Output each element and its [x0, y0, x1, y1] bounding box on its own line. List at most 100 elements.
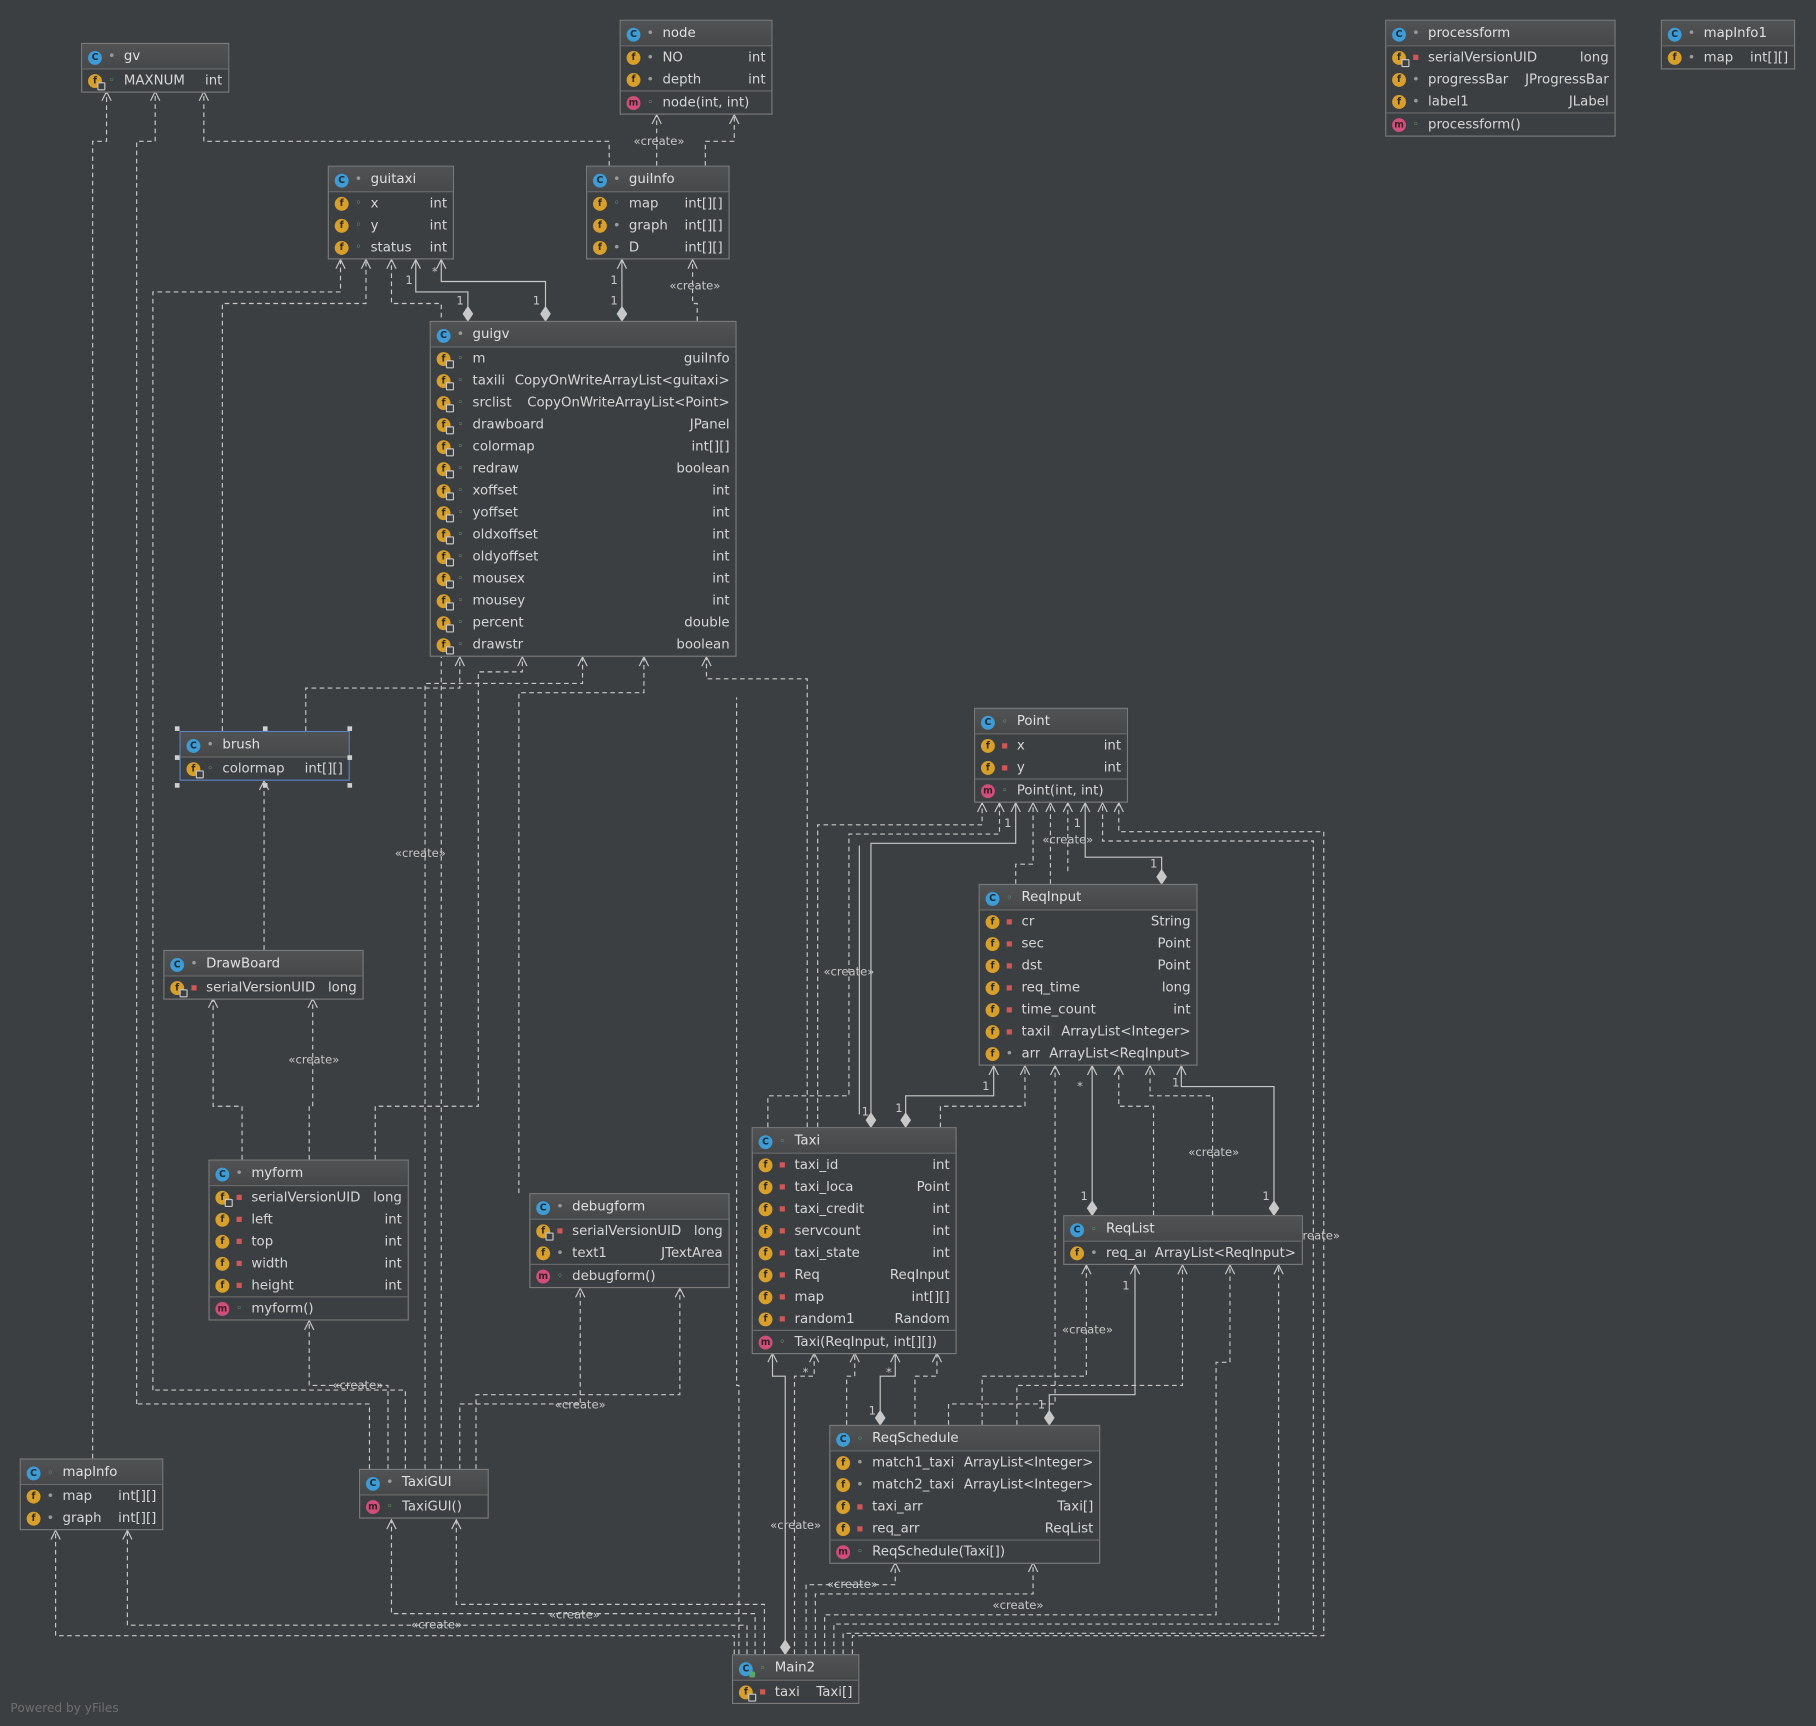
field-row[interactable]: f ▪ width int: [210, 1252, 408, 1274]
class-guiinfo[interactable]: C • guiInfo f ◦ map int[][] f • graph int[][] f •…: [586, 165, 730, 260]
selection-handle[interactable]: [347, 755, 353, 760]
field-row[interactable]: f ▪ serialVersionUID long: [164, 977, 362, 999]
field-row[interactable]: f ◦ y int: [329, 214, 453, 236]
method-row[interactable]: m ◦ processform(): [1386, 112, 1615, 135]
class-taxi[interactable]: C ◦ Taxi f ▪ taxi_id int f ▪ taxi_loca Point f ▪ t…: [751, 1127, 957, 1355]
field-row[interactable]: f ▪ dst Point: [980, 955, 1197, 977]
field-row[interactable]: f • match2_taxiID ArrayList<Integer>: [830, 1473, 1099, 1495]
selection-handle[interactable]: [174, 783, 180, 788]
field-row[interactable]: f ◦ colormap int[][]: [431, 436, 736, 458]
class-brush[interactable]: C • brush f ◦ colormap int[][]: [179, 730, 350, 781]
field-row[interactable]: f • graph int[][]: [21, 1507, 162, 1529]
method-row[interactable]: m ◦ myform(): [209, 1296, 408, 1319]
field-row[interactable]: f • NO int: [621, 46, 772, 68]
field-row[interactable]: f ▪ sec Point: [980, 933, 1197, 955]
field-row[interactable]: f • req_arr ArrayList<ReqInput>: [1064, 1242, 1301, 1264]
class-reqinput[interactable]: C ◦ ReqInput f ▪ cr String f ▪ sec Point f ▪ dst Po…: [978, 883, 1198, 1066]
field-row[interactable]: f ◦ status int: [329, 236, 453, 258]
class-guitaxi[interactable]: C • guitaxi f ◦ x int f ◦ y int f ◦ status int: [327, 165, 454, 260]
selection-handle[interactable]: [262, 726, 268, 731]
field-row[interactable]: f • text1 JTextArea: [530, 1242, 728, 1264]
field-row[interactable]: f ◦ x int: [329, 192, 453, 214]
field-row[interactable]: f ▪ left int: [210, 1208, 408, 1230]
field-row[interactable]: f ▪ serialVersionUID long: [530, 1220, 728, 1242]
field-row[interactable]: f ▪ taxi_id int: [753, 1154, 956, 1176]
field-row[interactable]: f ◦ colormap int[][]: [181, 758, 349, 780]
method-row[interactable]: m ◦ TaxiGUI(): [360, 1495, 487, 1517]
field-row[interactable]: f ▪ x int: [975, 734, 1127, 756]
class-taxigui[interactable]: C • TaxiGUI m ◦ TaxiGUI(): [359, 1468, 489, 1519]
field-row[interactable]: f • arr ArrayList<ReqInput>: [980, 1043, 1197, 1065]
field-row[interactable]: f ◦ drawboard JPanel: [431, 414, 736, 436]
field-row[interactable]: f ▪ serialVersionUID long: [210, 1186, 408, 1208]
field-row[interactable]: f • map int[][]: [21, 1485, 162, 1507]
class-mapinfo1[interactable]: C • mapInfo1 f • map int[][]: [1660, 19, 1796, 70]
field-row[interactable]: f ▪ Req ReqInput: [753, 1264, 956, 1286]
class-guigv[interactable]: C•guigv f◦mguiInfo f◦taxilistCopyOnWrite…: [429, 320, 737, 657]
class-node[interactable]: C • node f • NO int f • depth int m ◦ node(int, in…: [619, 19, 773, 115]
field-row[interactable]: f ◦ xoffset int: [431, 480, 736, 502]
field-row[interactable]: f ▪ y int: [975, 756, 1127, 778]
field-row[interactable]: f ▪ req_arr ReqList: [830, 1517, 1099, 1539]
method-row[interactable]: m ◦ Taxi(ReqInput, int[][]): [752, 1329, 956, 1353]
field-row[interactable]: f ▪ taxi_arr Taxi[]: [830, 1495, 1099, 1517]
field-row[interactable]: f • depth int: [621, 68, 772, 90]
method-row[interactable]: m ◦ Point(int, int): [975, 778, 1127, 801]
field-row[interactable]: f ▪ random1 Random: [753, 1308, 956, 1330]
class-mapinfo[interactable]: C ◦ mapInfo f • map int[][] f • graph int[][]: [19, 1458, 164, 1531]
field-row[interactable]: f ▪ taxi Taxi[]: [733, 1681, 858, 1703]
field-row[interactable]: f ◦ mousey int: [431, 590, 736, 612]
field-row[interactable]: f • graph int[][]: [587, 214, 728, 236]
field-row[interactable]: f ▪ serialVersionUID long: [1386, 46, 1614, 68]
field-row[interactable]: f ▪ taxi_state int: [753, 1242, 956, 1264]
field-row[interactable]: f • label1 JLabel: [1386, 90, 1614, 112]
field-row[interactable]: f • Dint[][]: [587, 236, 728, 258]
class-processform[interactable]: C • processform f ▪ serialVersionUID long f • p…: [1385, 19, 1616, 137]
class-point[interactable]: C ◦ Point f ▪ x int f ▪ y int m ◦ Point(int, int): [974, 707, 1129, 803]
field-row[interactable]: f ◦ redraw boolean: [431, 458, 736, 480]
selection-handle[interactable]: [174, 755, 180, 760]
field-row[interactable]: f ▪ req_time long: [980, 977, 1197, 999]
method-row[interactable]: m ◦ node(int, int): [620, 90, 772, 113]
selection-handle[interactable]: [262, 783, 268, 788]
field-row[interactable]: f • progressBar JProgressBar: [1386, 68, 1614, 90]
selection-handle[interactable]: [347, 783, 353, 788]
selection-handle[interactable]: [174, 726, 180, 731]
class-debugform[interactable]: C • debugform f ▪ serialVersionUID long f • tex…: [529, 1193, 730, 1289]
class-myform[interactable]: C • myform f ▪ serialVersionUID long f ▪ left in…: [208, 1159, 409, 1321]
field-row[interactable]: f ◦ MAXNUM int: [82, 70, 228, 92]
field-row[interactable]: f ▪ top int: [210, 1230, 408, 1252]
field-row[interactable]: f • map int[][]: [1662, 46, 1794, 68]
field-row[interactable]: f ▪ cr String: [980, 910, 1197, 932]
method-row[interactable]: m ◦ debugform(): [530, 1263, 729, 1287]
class-reqlist[interactable]: C ◦ ReqList f • req_arr ArrayList<ReqInput>: [1063, 1215, 1303, 1265]
field-row[interactable]: f◦ taxilist CopyOnWriteArrayList<guitaxi>: [431, 370, 736, 392]
class-reqschedule[interactable]: C ◦ ReqSchedule f • match1_taxiID ArrayList<I…: [829, 1424, 1101, 1564]
field-row[interactable]: f • match1_taxiID ArrayList<Integer>: [830, 1451, 1099, 1473]
field-row[interactable]: f ▪ servcount int: [753, 1220, 956, 1242]
field-row[interactable]: f ◦ yoffset int: [431, 502, 736, 524]
field-row[interactable]: f ▪ taxi_loca Point: [753, 1176, 956, 1198]
field-row[interactable]: f ◦ oldxoffset int: [431, 524, 736, 546]
class-main2[interactable]: C ◦ Main2 f ▪ taxi Taxi[]: [731, 1654, 860, 1704]
powered-by-footer: Powered by yFiles: [10, 1701, 119, 1716]
field-row[interactable]: f ▪ height int: [210, 1274, 408, 1296]
field-row[interactable]: f ◦ oldyoffset int: [431, 546, 736, 568]
public-icon: ◦: [1412, 118, 1419, 131]
field-row[interactable]: f ◦ percent double: [431, 612, 736, 634]
field-row[interactable]: f ◦ m guiInfo: [431, 348, 736, 370]
lock-icon: ▪: [778, 1202, 786, 1215]
field-row[interactable]: f ▪ taxi_credit int: [753, 1198, 956, 1220]
edge-main-mapinfo-2: [55, 1530, 735, 1655]
field-row[interactable]: f ▪ taxiID ArrayList<Integer>: [980, 1021, 1197, 1043]
class-drawboard[interactable]: C • DrawBoard f ▪ serialVersionUID long: [163, 949, 364, 1000]
field-row[interactable]: f ▪ map int[][]: [753, 1286, 956, 1308]
field-row[interactable]: f ◦ mousex int: [431, 568, 736, 590]
class-gv[interactable]: C • gv f ◦ MAXNUM int: [81, 42, 230, 93]
selection-handle[interactable]: [347, 726, 353, 731]
field-row[interactable]: f ◦ srclist CopyOnWriteArrayList<Point>: [431, 392, 736, 414]
field-row[interactable]: f ◦ drawstr boolean: [431, 634, 736, 656]
field-row[interactable]: f ▪ time_count int: [980, 999, 1197, 1021]
field-row[interactable]: f ◦ map int[][]: [587, 192, 728, 214]
method-row[interactable]: m ◦ ReqSchedule(Taxi[]): [830, 1539, 1100, 1563]
